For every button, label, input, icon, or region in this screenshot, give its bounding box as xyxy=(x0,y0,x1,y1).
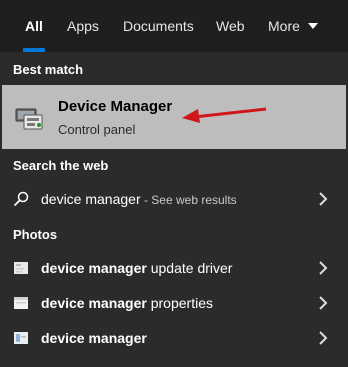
tab-web-label: Web xyxy=(216,18,245,34)
photo-item-rest: update driver xyxy=(146,260,233,276)
tab-web[interactable]: Web xyxy=(216,0,245,52)
search-web-heading: Search the web xyxy=(13,158,109,173)
photo-item-bold: device manager xyxy=(41,295,147,311)
tab-more-label: More xyxy=(268,18,300,34)
tab-documents-label: Documents xyxy=(123,18,194,34)
chevron-down-icon xyxy=(307,23,318,29)
search-icon xyxy=(13,191,29,207)
image-file-icon xyxy=(14,297,28,309)
tab-documents[interactable]: Documents xyxy=(123,0,194,52)
web-search-result[interactable]: device manager - See web results xyxy=(0,182,348,216)
tab-apps[interactable]: Apps xyxy=(67,0,99,52)
photo-item-bold: device manager xyxy=(41,330,147,346)
red-arrow-icon xyxy=(182,107,267,123)
image-file-icon xyxy=(14,262,28,274)
best-match-result[interactable]: Device Manager Control panel xyxy=(2,85,346,149)
image-file-icon xyxy=(14,332,28,344)
best-match-subtitle: Control panel xyxy=(58,122,136,137)
photos-heading: Photos xyxy=(13,227,58,242)
best-match-title: Device Manager xyxy=(58,98,173,115)
chevron-right-icon[interactable] xyxy=(318,296,328,310)
list-item[interactable]: device manager xyxy=(0,321,348,355)
best-match-heading: Best match xyxy=(13,62,84,77)
web-search-query: device manager xyxy=(41,191,141,207)
list-item[interactable]: device manager update driver xyxy=(0,251,348,285)
tab-all-label: All xyxy=(25,18,43,34)
chevron-right-icon[interactable] xyxy=(318,331,328,345)
web-search-hint: - See web results xyxy=(140,193,237,207)
device-manager-icon xyxy=(15,108,43,130)
photo-item-bold: device manager xyxy=(41,260,147,276)
chevron-right-icon[interactable] xyxy=(318,192,328,206)
tab-more[interactable]: More xyxy=(268,0,318,52)
tab-apps-label: Apps xyxy=(67,18,99,34)
tab-all[interactable]: All xyxy=(23,0,45,52)
photo-item-rest: properties xyxy=(146,295,213,311)
chevron-right-icon[interactable] xyxy=(318,261,328,275)
list-item[interactable]: device manager properties xyxy=(0,286,348,320)
search-scope-tabs: All Apps Documents Web More xyxy=(0,0,348,52)
